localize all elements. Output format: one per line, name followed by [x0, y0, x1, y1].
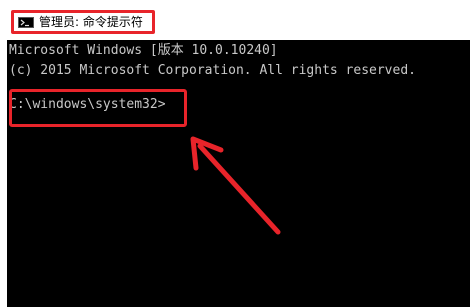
- annotation-arrow: [190, 136, 281, 235]
